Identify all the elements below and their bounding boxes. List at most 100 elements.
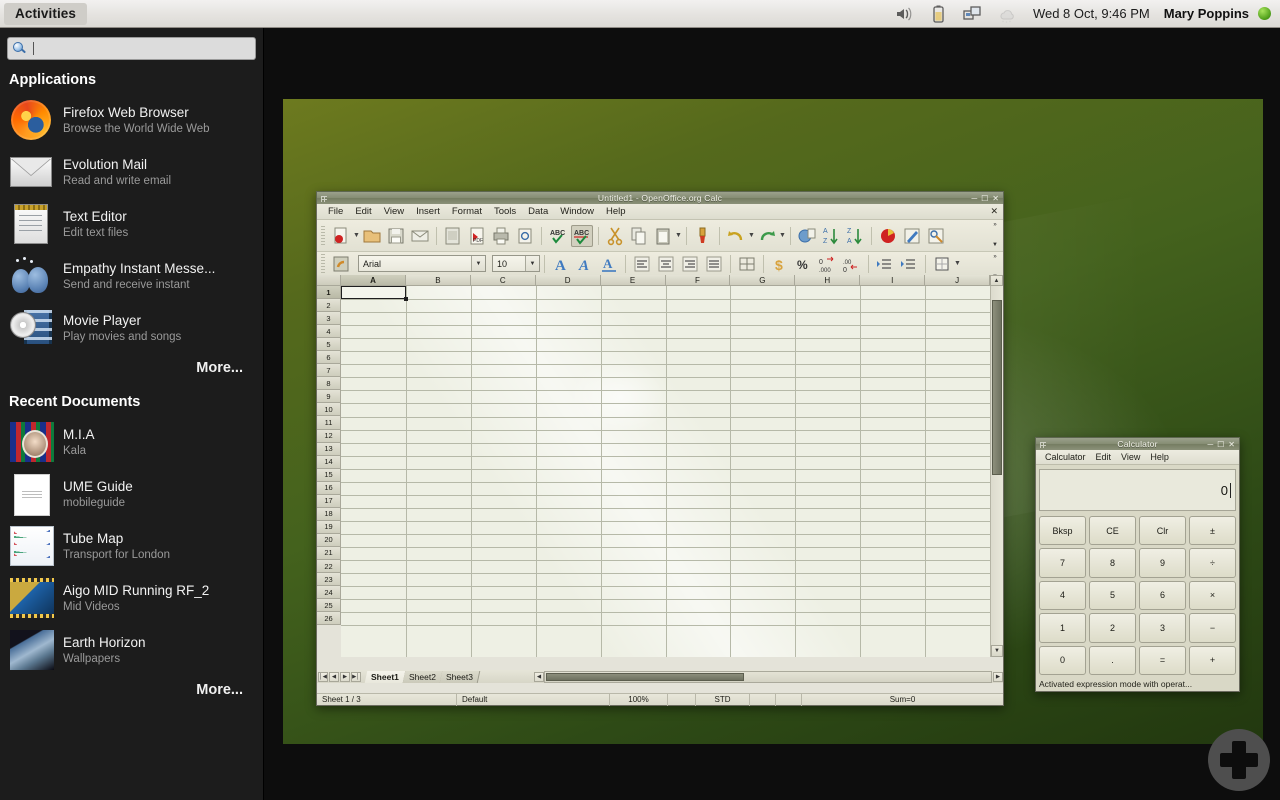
column-header-g[interactable]: G xyxy=(730,275,796,286)
font-name-combobox[interactable]: Arial ▼ xyxy=(358,255,486,272)
add-workspace-icon[interactable] xyxy=(1208,729,1270,791)
copy-icon[interactable] xyxy=(628,225,650,247)
toolbar-grip-icon[interactable] xyxy=(321,225,325,246)
calculator-key-[interactable]: ± xyxy=(1189,516,1236,546)
document-close-icon[interactable]: ✕ xyxy=(990,206,998,217)
percent-format-icon[interactable]: % xyxy=(793,253,815,275)
save-icon[interactable] xyxy=(385,225,407,247)
standard-toolbar[interactable]: ▼ PDF ABC ABC ▼ ▼ ▼ A Z Z A » ▼ xyxy=(317,220,1003,252)
row-header-11[interactable]: 11 xyxy=(317,416,341,430)
currency-format-icon[interactable]: $ xyxy=(769,253,791,275)
menu-file[interactable]: File xyxy=(322,206,349,217)
row-header-16[interactable]: 16 xyxy=(317,481,341,495)
standard-toolbar-overflow-icon[interactable]: » ▼ xyxy=(989,222,1001,248)
menu-data[interactable]: Data xyxy=(522,206,554,217)
column-header-a[interactable]: A xyxy=(341,275,406,286)
calculator-menubar[interactable]: Calculator Edit View Help xyxy=(1036,450,1239,465)
calculator-titlebar[interactable]: Calculator ─ ☐ ✕ xyxy=(1035,437,1240,450)
show-draw-functions-icon[interactable] xyxy=(925,225,947,247)
vertical-scrollbar-thumb[interactable] xyxy=(992,300,1002,475)
calculator-key-[interactable]: × xyxy=(1189,580,1236,611)
calculator-key-Clr[interactable]: Clr xyxy=(1139,516,1186,546)
horizontal-scrollbar[interactable] xyxy=(544,670,992,683)
increase-indent-icon[interactable] xyxy=(898,253,920,275)
add-decimal-icon[interactable]: 0 .000 xyxy=(817,253,839,275)
row-header-3[interactable]: 3 xyxy=(317,312,341,326)
row-header-4[interactable]: 4 xyxy=(317,325,341,339)
paste-dropdown-icon[interactable]: ▼ xyxy=(675,232,682,239)
row-header-10[interactable]: 10 xyxy=(317,403,341,417)
activities-button[interactable]: Activities xyxy=(4,2,88,25)
underline-icon[interactable]: A xyxy=(598,253,620,275)
redo-icon[interactable] xyxy=(756,225,778,247)
calculator-key-5[interactable]: 5 xyxy=(1089,580,1136,611)
sort-descending-icon[interactable]: ZA xyxy=(844,225,866,247)
close-icon[interactable]: ✕ xyxy=(1228,440,1235,449)
cells-area[interactable] xyxy=(341,286,990,657)
clock[interactable]: Wed 8 Oct, 9:46 PM xyxy=(1033,6,1150,21)
app-item-movie-player[interactable]: Movie Player Play movies and songs xyxy=(0,302,263,354)
print-preview-icon[interactable] xyxy=(514,225,536,247)
align-right-icon[interactable] xyxy=(679,253,701,275)
row-header-2[interactable]: 2 xyxy=(317,299,341,313)
print-icon[interactable] xyxy=(490,225,512,247)
recent-item-tube-map[interactable]: Tube Map Transport for London xyxy=(0,520,263,572)
calculator-key-7[interactable]: 7 xyxy=(1039,548,1086,578)
new-document-dropdown-icon[interactable]: ▼ xyxy=(353,232,360,239)
row-header-14[interactable]: 14 xyxy=(317,455,341,469)
row-header-20[interactable]: 20 xyxy=(317,533,341,547)
row-header-13[interactable]: 13 xyxy=(317,442,341,456)
redo-dropdown-icon[interactable]: ▼ xyxy=(779,232,786,239)
bold-icon[interactable]: A xyxy=(550,253,572,275)
row-headers[interactable]: 1 2 3 4 5 6 7 8 9 10 11 12 13 14 15 16 17 18 19 20 21 22 23 24 2… xyxy=(317,286,341,657)
sort-ascending-icon[interactable]: AZ xyxy=(820,225,842,247)
openoffice-calc-window[interactable]: Untitled1 - OpenOffice.org Calc ─ ☐ ✕ Fi… xyxy=(316,191,1004,706)
row-header-1[interactable]: 1 xyxy=(317,286,341,300)
presence-status-icon[interactable] xyxy=(1258,7,1271,20)
calculator-key-[interactable]: = xyxy=(1139,645,1186,675)
network-icon[interactable] xyxy=(961,4,983,24)
edit-file-icon[interactable] xyxy=(442,225,464,247)
new-document-icon[interactable] xyxy=(330,225,352,247)
column-header-f[interactable]: F xyxy=(665,275,731,286)
row-header-8[interactable]: 8 xyxy=(317,377,341,391)
calculator-menu-calculator[interactable]: Calculator xyxy=(1040,452,1091,462)
user-name[interactable]: Mary Poppins xyxy=(1164,6,1249,21)
menu-help[interactable]: Help xyxy=(600,206,632,217)
menu-window[interactable]: Window xyxy=(554,206,600,217)
active-cell-a1[interactable] xyxy=(341,286,408,301)
calculator-menu-view[interactable]: View xyxy=(1116,452,1145,462)
delete-decimal-icon[interactable]: .00 0 xyxy=(841,253,863,275)
calculator-key-3[interactable]: 3 xyxy=(1139,613,1186,643)
recent-item-earth-horizon[interactable]: Earth Horizon Wallpapers xyxy=(0,624,263,676)
scroll-up-icon[interactable]: ▲ xyxy=(990,275,1003,286)
toolbar-grip-icon[interactable] xyxy=(321,253,325,274)
row-header-17[interactable]: 17 xyxy=(317,494,341,508)
row-header-24[interactable]: 24 xyxy=(317,586,341,600)
chevron-down-icon[interactable]: ▼ xyxy=(525,256,539,271)
menu-edit[interactable]: Edit xyxy=(349,206,377,217)
app-item-evolution-mail[interactable]: Evolution Mail Read and write email xyxy=(0,146,263,198)
app-item-empathy[interactable]: Empathy Instant Messe... Send and receiv… xyxy=(0,250,263,302)
menu-tools[interactable]: Tools xyxy=(488,206,522,217)
row-header-5[interactable]: 5 xyxy=(317,338,341,352)
export-pdf-icon[interactable]: PDF xyxy=(466,225,488,247)
align-left-icon[interactable] xyxy=(631,253,653,275)
spelling-icon[interactable]: ABC xyxy=(547,225,569,247)
horizontal-scrollbar-thumb[interactable] xyxy=(546,672,744,681)
first-sheet-icon[interactable]: │◀ xyxy=(318,671,328,682)
row-header-15[interactable]: 15 xyxy=(317,468,341,482)
column-header-j[interactable]: J xyxy=(925,275,991,286)
calculator-key-[interactable]: + xyxy=(1189,645,1236,675)
undo-dropdown-icon[interactable]: ▼ xyxy=(748,232,755,239)
calc-menubar[interactable]: File Edit View Insert Format Tools Data … xyxy=(317,204,1003,220)
column-header-c[interactable]: C xyxy=(470,275,536,286)
calculator-key-9[interactable]: 9 xyxy=(1139,548,1186,578)
column-header-d[interactable]: D xyxy=(535,275,601,286)
next-sheet-icon[interactable]: ▶ xyxy=(340,671,350,682)
app-item-text-editor[interactable]: Text Editor Edit text files xyxy=(0,198,263,250)
italic-icon[interactable]: A xyxy=(574,253,596,275)
calculator-display[interactable]: 0 xyxy=(1039,469,1236,511)
draw-functions-icon[interactable] xyxy=(901,225,923,247)
calculator-key-6[interactable]: 6 xyxy=(1139,580,1186,611)
